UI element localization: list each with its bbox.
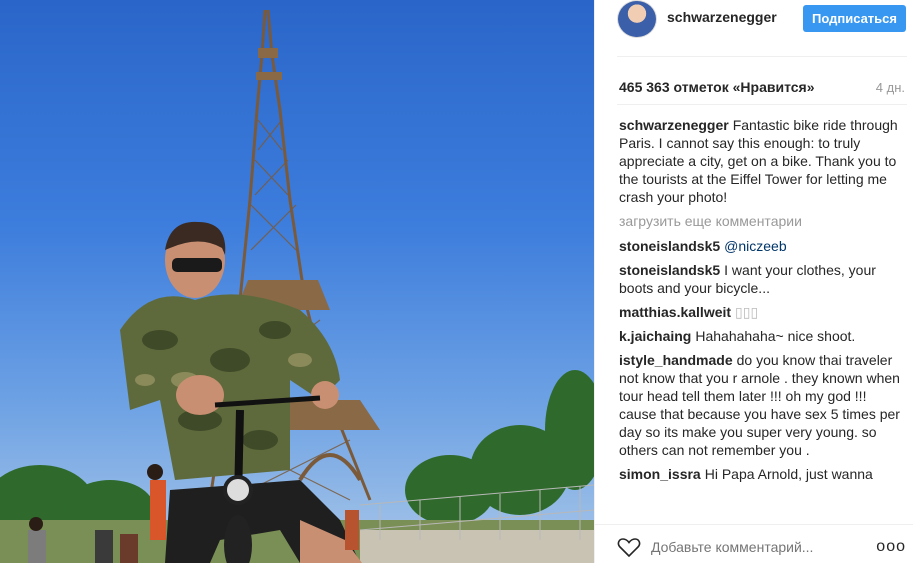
post-author-username[interactable]: schwarzenegger [667,9,777,25]
post-side-panel: schwarzenegger Подписаться 465 363 отмет… [594,0,913,563]
comment-text: ▯▯▯ [735,304,759,320]
post-header: schwarzenegger Подписаться [595,0,913,40]
post-photo[interactable] [0,0,594,563]
load-more-comments-link[interactable]: загрузить еще комментарии [619,212,901,230]
comment-bar: ooo [595,524,913,563]
divider [617,104,907,105]
comment-mention[interactable]: @niczeeb [724,238,786,254]
caption-username[interactable]: schwarzenegger [619,117,729,133]
comment-item: matthias.kallweit ▯▯▯ [619,303,901,321]
divider [617,56,907,57]
post-timestamp[interactable]: 4 дн. [876,80,905,95]
comment-text: Hahahahaha~ nice shoot. [695,328,856,344]
comment-item: stoneislandsk5 @niczeeb [619,237,901,255]
comment-text: Hi Papa Arnold, just wanna [704,466,873,482]
comment-username[interactable]: istyle_handmade [619,352,733,368]
photo-illustration [0,9,594,563]
comment-username[interactable]: k.jaichaing [619,328,691,344]
more-options-icon[interactable]: ooo [876,538,906,556]
caption: schwarzenegger Fantastic bike ride throug… [619,116,901,206]
comment-username[interactable]: matthias.kallweit [619,304,731,320]
comment-username[interactable]: stoneislandsk5 [619,238,720,254]
follow-button[interactable]: Подписаться [803,5,906,32]
comment-item: simon_issra Hi Papa Arnold, just wanna [619,465,901,483]
comment-username[interactable]: simon_issra [619,466,701,482]
add-comment-input[interactable] [651,537,831,557]
comment-item: istyle_handmade do you know thai traveler… [619,351,901,459]
comments-list: schwarzenegger Fantastic bike ride throug… [619,116,901,514]
comment-item: k.jaichaing Hahahahaha~ nice shoot. [619,327,901,345]
avatar[interactable] [617,0,657,38]
comment-username[interactable]: stoneislandsk5 [619,262,720,278]
likes-count[interactable]: 465 363 отметок «Нравится» [619,79,815,95]
comment-item: stoneislandsk5 I want your clothes, your … [619,261,901,297]
heart-icon[interactable] [617,536,641,558]
